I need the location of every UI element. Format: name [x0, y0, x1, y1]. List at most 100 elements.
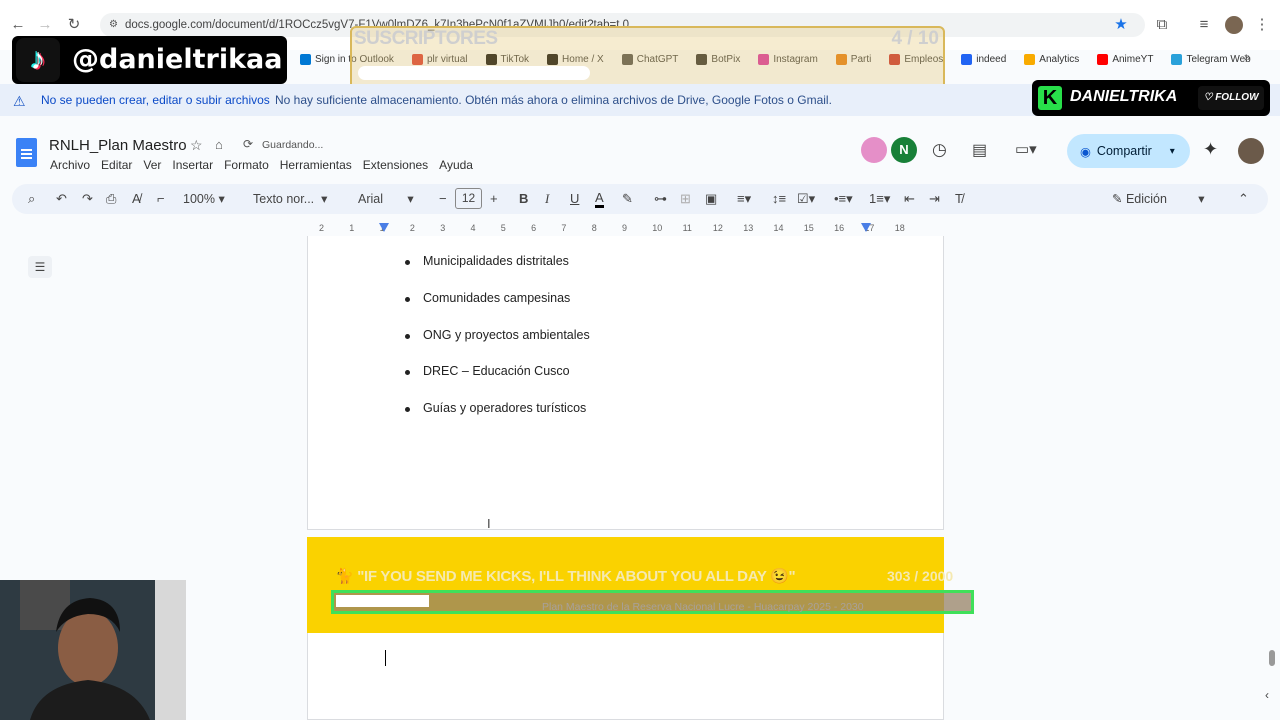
- menu-item[interactable]: Archivo: [50, 158, 90, 172]
- share-dropdown-icon[interactable]: ▾: [1170, 146, 1175, 157]
- bullet-list: Municipalidades distritales Comunidades c…: [403, 254, 590, 438]
- menu-item[interactable]: Ver: [143, 158, 161, 172]
- undo-icon[interactable]: ↶: [56, 191, 67, 207]
- bookmark-star-icon[interactable]: ★: [1110, 14, 1132, 36]
- profile-avatar[interactable]: [1225, 16, 1243, 34]
- gemini-icon[interactable]: ✦: [1203, 139, 1218, 160]
- checklist-icon[interactable]: ☑▾: [797, 191, 815, 207]
- forward-icon[interactable]: →: [34, 14, 56, 36]
- menu-item[interactable]: Ayuda: [439, 158, 473, 172]
- underline-icon[interactable]: U: [570, 191, 579, 206]
- increase-indent-icon[interactable]: ⇥: [929, 191, 940, 207]
- print-icon[interactable]: ⎙: [106, 191, 116, 207]
- ruler-tick-label: 2: [319, 223, 325, 233]
- redo-icon[interactable]: ↷: [82, 191, 93, 207]
- document-title[interactable]: RNLH_Plan Maestro: [49, 137, 187, 154]
- comment-add-icon[interactable]: ⊞: [680, 191, 691, 207]
- bullet-item[interactable]: Municipalidades distritales: [403, 254, 590, 291]
- share-button[interactable]: ◉ Compartir ▾: [1067, 134, 1190, 168]
- document-page[interactable]: Municipalidades distritales Comunidades c…: [307, 236, 944, 530]
- kick-name: DANIELTRIKA: [1070, 88, 1178, 105]
- style-select[interactable]: Texto nor... ▾: [253, 191, 327, 206]
- mouse-ibeam-cursor: Ι: [487, 516, 491, 531]
- menu-dots-icon[interactable]: ⋮: [1251, 14, 1273, 36]
- docs-logo-icon[interactable]: [16, 138, 37, 167]
- menu-item[interactable]: Editar: [101, 158, 132, 172]
- comments-icon[interactable]: ▤: [972, 140, 987, 160]
- increase-font-icon[interactable]: +: [490, 191, 498, 206]
- bookmark-favicon-icon: [1097, 53, 1109, 65]
- tiktok-logo-icon: ♪: [16, 38, 60, 82]
- bookmark-item[interactable]: Analytics: [1024, 53, 1079, 65]
- clear-format-icon[interactable]: T̸: [955, 191, 963, 206]
- align-icon[interactable]: ≡▾: [737, 191, 751, 207]
- style-value: Texto nor...: [253, 192, 315, 206]
- share-label: Compartir: [1096, 144, 1152, 158]
- text-caret: [385, 650, 386, 666]
- history-icon[interactable]: ◷: [932, 140, 947, 160]
- menu-item[interactable]: Extensiones: [363, 158, 428, 172]
- bullet-item[interactable]: DREC – Educación Cusco: [403, 364, 590, 401]
- decrease-indent-icon[interactable]: ⇤: [904, 191, 915, 207]
- highlight-icon[interactable]: ✎: [622, 191, 633, 207]
- bullet-item[interactable]: Comunidades campesinas: [403, 291, 590, 328]
- subs-progress-bar: [358, 66, 590, 80]
- kicks-progress-bar: Plan Maestro de la Reserva Nacional Lucr…: [331, 590, 974, 614]
- more-bookmarks-icon[interactable]: »: [1244, 50, 1251, 64]
- spellcheck-icon[interactable]: A̸: [132, 191, 141, 206]
- subscribers-goal-overlay: SUSCRIPTORES 4 / 10: [350, 26, 945, 90]
- bookmark-label: indeed: [976, 53, 1007, 65]
- bullet-item[interactable]: ONG y proyectos ambientales: [403, 328, 590, 365]
- back-icon[interactable]: ←: [7, 14, 29, 36]
- link-icon[interactable]: ⊶: [654, 191, 667, 207]
- numbered-list-icon[interactable]: 1≡▾: [869, 191, 890, 207]
- bookmark-item[interactable]: AnimeYT: [1097, 53, 1154, 65]
- paint-format-icon[interactable]: ⌐: [157, 191, 165, 206]
- font-size-input[interactable]: 12: [455, 188, 482, 209]
- search-menus-icon[interactable]: ⌕: [28, 191, 35, 207]
- italic-icon[interactable]: I: [545, 191, 549, 207]
- bold-icon[interactable]: B: [519, 191, 528, 206]
- ruler-tick-label: 9: [622, 223, 628, 233]
- zoom-select[interactable]: 100% ▾: [183, 191, 225, 206]
- image-icon[interactable]: ▣: [705, 191, 717, 207]
- editing-mode-select[interactable]: ✎ Edición ▾: [1112, 191, 1204, 206]
- font-select[interactable]: Arial ▾: [358, 191, 414, 206]
- menu-item[interactable]: Insertar: [172, 158, 213, 172]
- bullet-item[interactable]: Guías y operadores turísticos: [403, 401, 590, 438]
- collapse-toolbar-icon[interactable]: ⌃: [1238, 191, 1249, 207]
- decrease-font-icon[interactable]: −: [439, 191, 447, 206]
- bookmark-item[interactable]: Telegram Web: [1171, 53, 1251, 65]
- star-icon[interactable]: ☆: [190, 137, 203, 154]
- bookmark-label: Telegram Web: [1186, 53, 1251, 65]
- ruler-tick-label: 7: [561, 223, 567, 233]
- outline-toggle-icon[interactable]: ☰: [28, 256, 52, 278]
- reload-icon[interactable]: ↻: [63, 14, 85, 36]
- account-avatar[interactable]: [1238, 138, 1264, 164]
- ruler-tick-label: 1: [349, 223, 355, 233]
- text-color-icon[interactable]: A: [595, 191, 604, 208]
- ruler-tick-label: 12: [712, 223, 723, 233]
- bookmark-label: AnimeYT: [1112, 53, 1154, 65]
- ruler-tick-label: 13: [743, 223, 754, 233]
- sync-icon: ⟳: [243, 137, 254, 151]
- bulleted-list-icon[interactable]: •≡▾: [834, 191, 853, 207]
- meet-icon[interactable]: ▭▾: [1015, 140, 1037, 158]
- collaborator-avatar-n[interactable]: N: [891, 137, 917, 163]
- bookmark-item[interactable]: indeed: [961, 53, 1007, 65]
- webcam-overlay: [0, 580, 186, 720]
- site-info-icon[interactable]: ⚙: [109, 13, 118, 37]
- line-spacing-icon[interactable]: ↕≡: [772, 191, 786, 206]
- collaborator-avatar[interactable]: [861, 137, 887, 163]
- extensions-icon[interactable]: ⧉: [1151, 14, 1173, 36]
- ruler-tick-label: 16: [834, 223, 845, 233]
- media-icon[interactable]: ≡: [1193, 14, 1215, 36]
- explore-icon[interactable]: ‹: [1265, 688, 1269, 702]
- menu-item[interactable]: Herramientas: [280, 158, 352, 172]
- ruler[interactable]: 21123456789101112131415161718: [307, 222, 944, 236]
- menu-item[interactable]: Formato: [224, 158, 269, 172]
- scrollbar[interactable]: [1269, 650, 1275, 666]
- move-folder-icon[interactable]: ⌂: [215, 137, 223, 152]
- ruler-tick-label: 4: [470, 223, 476, 233]
- ruler-tick-label: 11: [682, 223, 692, 233]
